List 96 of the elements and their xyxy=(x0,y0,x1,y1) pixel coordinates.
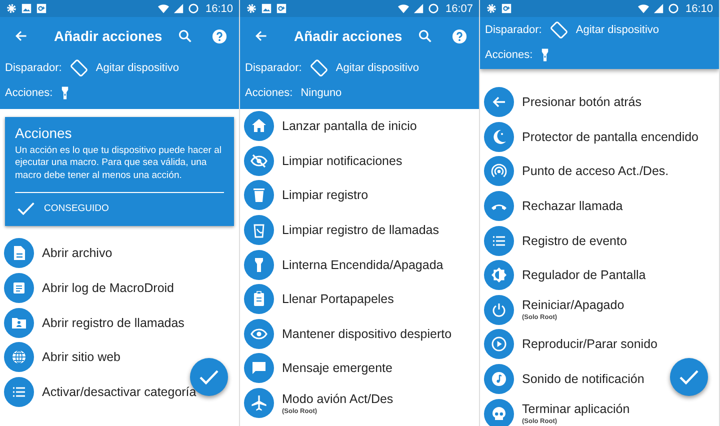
trigger-label: Disparador: xyxy=(5,62,62,74)
status-time: 16:10 xyxy=(685,2,713,14)
action-item[interactable]: Mensaje emergente xyxy=(282,361,392,376)
action-item[interactable]: Llenar Portapapeles xyxy=(282,292,394,306)
gear-icon xyxy=(246,3,257,14)
power-icon xyxy=(484,294,514,325)
checkmark-icon xyxy=(679,369,699,385)
action-item[interactable]: Activar/desactivar categoría xyxy=(42,384,196,399)
gear-icon xyxy=(6,3,17,14)
gplus-icon xyxy=(276,3,287,14)
search-icon xyxy=(178,29,192,43)
eyeoff-icon xyxy=(244,146,274,176)
status-time: 16:10 xyxy=(205,2,233,14)
gplus-icon xyxy=(501,3,512,14)
list-icon xyxy=(484,226,514,256)
action-item[interactable]: Lanzar pantalla de inicio xyxy=(282,119,417,134)
brightness-icon xyxy=(484,260,514,290)
toolbar-title: Añadir acciones xyxy=(54,28,162,44)
action-item[interactable]: Reproducir/Parar sonido xyxy=(522,337,658,352)
action-item[interactable]: Rechazar llamada xyxy=(522,199,623,214)
eye-icon xyxy=(244,318,274,349)
image-icon xyxy=(21,3,32,14)
battery-ring-icon xyxy=(428,3,440,14)
action-item[interactable]: Linterna Encendida/Apagada xyxy=(282,258,444,272)
flashlight-icon xyxy=(244,250,274,280)
wifi-icon xyxy=(638,3,650,14)
toolbar-title: Añadir acciones xyxy=(294,28,402,44)
checkmark-icon xyxy=(17,201,35,216)
actions-value: Ninguno xyxy=(300,86,342,98)
back-icon xyxy=(484,87,514,118)
folder-icon xyxy=(4,308,34,338)
action-item[interactable]: Mantener dispositivo despierto xyxy=(282,326,452,341)
flashlight-icon xyxy=(60,86,69,100)
action-item[interactable]: Abrir archivo xyxy=(42,246,112,260)
card-title: Acciones xyxy=(15,125,73,141)
action-item[interactable]: Abrir registro de llamadas xyxy=(42,316,184,330)
play-icon xyxy=(484,329,514,360)
list-icon xyxy=(4,376,34,407)
screen-rotation-icon xyxy=(70,58,88,76)
trigger-label: Disparador: xyxy=(245,62,302,74)
trigger-label: Disparador: xyxy=(485,24,542,36)
action-item[interactable]: Sonido de notificación xyxy=(522,372,644,386)
action-item[interactable]: Modo avión Act/Des xyxy=(282,392,394,406)
battery-ring-icon xyxy=(668,3,680,14)
back-arrow-icon xyxy=(14,29,28,43)
battery-ring-icon xyxy=(188,3,200,14)
actions-label: Acciones: xyxy=(485,48,533,60)
actions-label: Acciones: xyxy=(5,86,53,98)
hotspot-icon xyxy=(484,156,514,186)
card-text: Un acción es lo que tu dispositivo puede hacer al ejecutar una macro. Para que sea válida, una macro debe tener al menos una acción. xyxy=(15,145,222,182)
actions-label: Acciones: xyxy=(245,86,293,98)
image-icon xyxy=(261,3,272,14)
wifi-icon xyxy=(158,3,170,14)
action-item[interactable]: Regulador de Pantalla xyxy=(522,268,646,282)
music-icon xyxy=(484,364,514,394)
action-item[interactable]: Limpiar notificaciones xyxy=(282,154,402,168)
back-arrow-icon xyxy=(254,29,268,43)
action-item[interactable]: Limpiar registro de llamadas xyxy=(282,223,440,238)
action-item[interactable]: Protector de pantalla encendido xyxy=(522,130,699,144)
action-item[interactable]: Abrir sitio web xyxy=(42,350,120,364)
action-item[interactable]: Punto de acceso Act./Des. xyxy=(522,164,669,178)
trigger-value: Agitar dispositivo xyxy=(96,62,180,74)
message-icon xyxy=(244,353,274,384)
airplane-icon xyxy=(244,388,274,418)
file-icon xyxy=(4,238,34,268)
screen-rotation-icon xyxy=(550,20,568,38)
help-icon xyxy=(212,28,228,44)
signal-icon xyxy=(173,3,184,14)
help-icon xyxy=(452,28,468,44)
trigger-value: Agitar dispositivo xyxy=(576,24,660,36)
wifi-icon xyxy=(398,3,410,14)
log-icon xyxy=(4,272,34,303)
flashlight-icon xyxy=(540,48,549,62)
gplus-icon xyxy=(36,3,47,14)
clipboard-icon xyxy=(244,284,274,314)
home-icon xyxy=(244,111,274,142)
confirm-fab[interactable] xyxy=(670,358,708,396)
checkmark-icon xyxy=(199,369,219,385)
action-item[interactable]: Limpiar registro xyxy=(282,188,368,202)
done-button[interactable]: CONSEGUIDO xyxy=(15,197,111,220)
globe-icon xyxy=(4,342,34,372)
signal-icon xyxy=(653,3,664,14)
action-item[interactable]: Terminar aplicación xyxy=(522,402,630,416)
signal-icon xyxy=(413,3,424,14)
trigger-value: Agitar dispositivo xyxy=(336,62,420,74)
status-time: 16:07 xyxy=(445,2,473,14)
screen-rotation-icon xyxy=(310,58,328,76)
action-item[interactable]: Registro de evento xyxy=(522,234,627,248)
gear-icon xyxy=(486,3,497,14)
hangup-icon xyxy=(484,191,514,222)
action-item[interactable]: Presionar botón atrás xyxy=(522,95,642,110)
action-item[interactable]: Abrir log de MacroDroid xyxy=(42,280,174,295)
moon-icon xyxy=(484,122,514,152)
search-icon xyxy=(418,29,432,43)
action-item[interactable]: Reiniciar/Apagado xyxy=(522,298,624,312)
trash-icon xyxy=(244,180,274,210)
